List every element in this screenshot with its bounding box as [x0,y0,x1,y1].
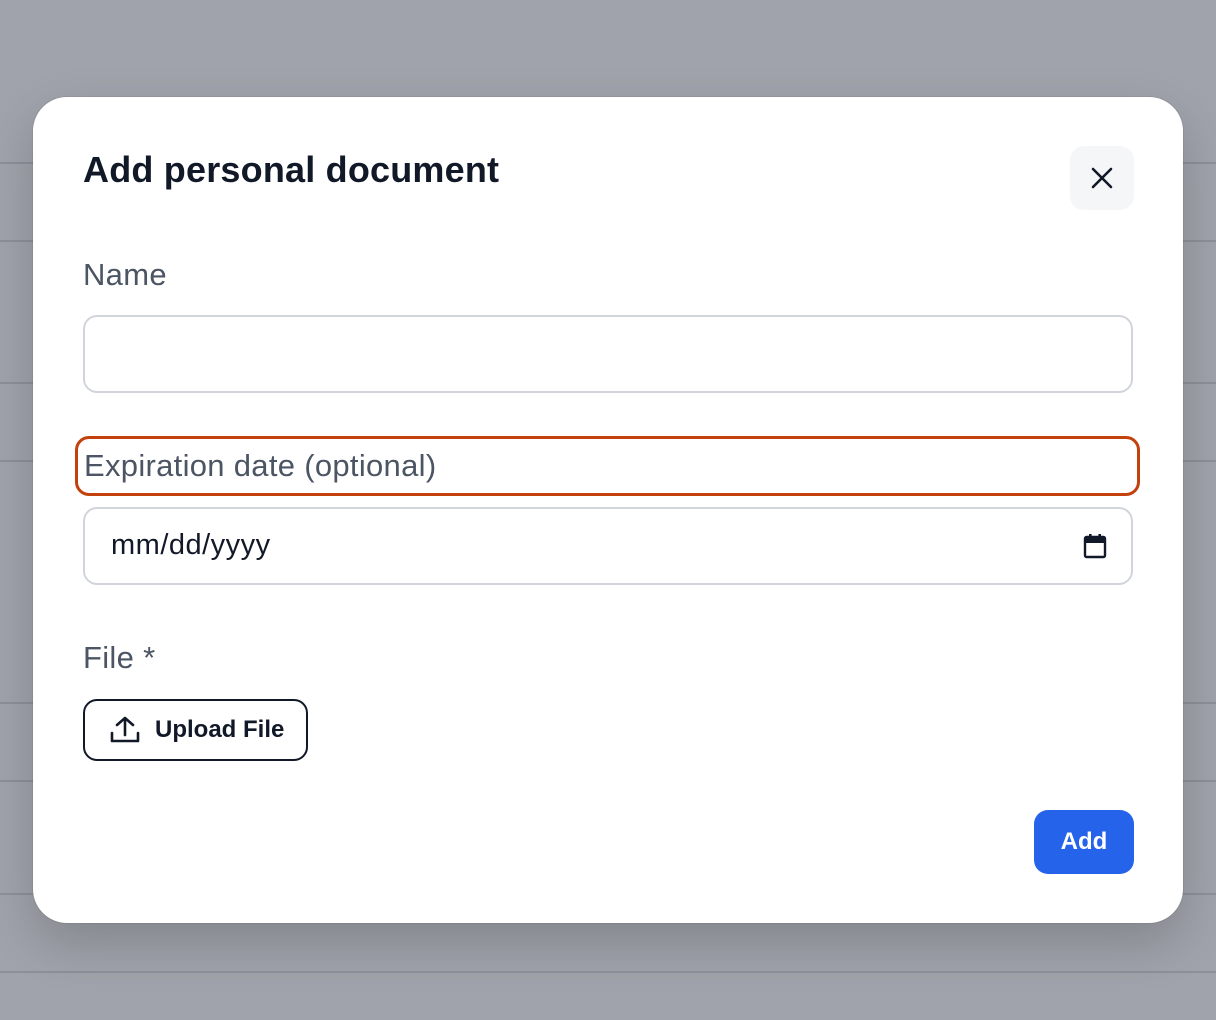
background-divider [0,971,1216,973]
upload-file-button[interactable]: Upload File [83,699,308,761]
name-label: Name [83,257,167,292]
calendar-icon[interactable] [1083,533,1107,559]
upload-icon [110,716,140,743]
file-label: File * [83,640,156,675]
add-document-dialog: Add personal document Name Expiration da… [33,97,1183,923]
add-button[interactable]: Add [1034,810,1134,874]
expiration-date-label: Expiration date (optional) [75,436,1140,496]
close-button[interactable] [1070,146,1134,210]
close-icon [1091,167,1113,189]
expiration-date-input[interactable]: mm/dd/yyyy [83,507,1133,585]
name-input[interactable] [83,315,1133,393]
dialog-title: Add personal document [83,149,500,190]
date-placeholder: mm/dd/yyyy [111,529,271,561]
upload-file-label: Upload File [155,716,285,743]
